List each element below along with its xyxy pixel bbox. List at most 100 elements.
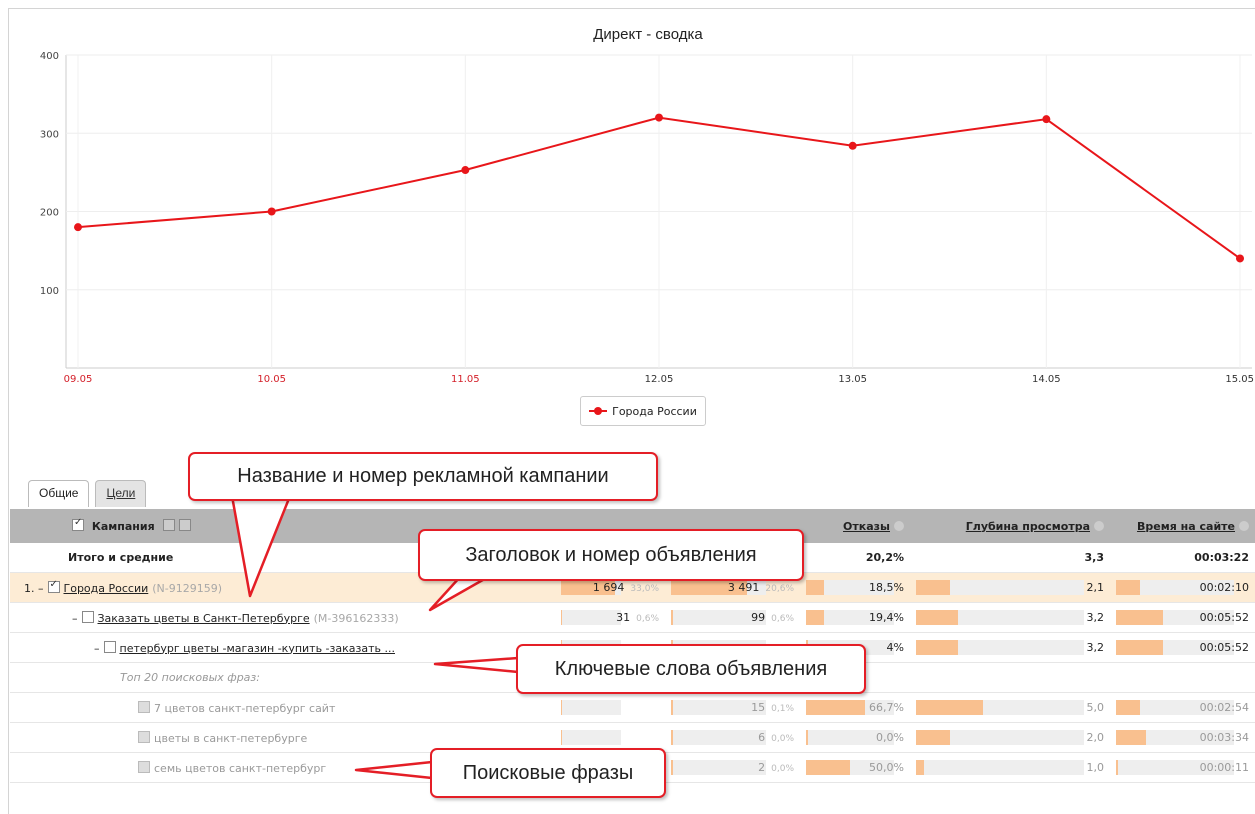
- help-icon[interactable]: [1239, 520, 1249, 531]
- cell-percent: 0,0%: [771, 734, 794, 744]
- cell-value: 00:03:34: [1199, 731, 1249, 744]
- ad-title[interactable]: Заказать цветы в Санкт-Петербурге: [98, 612, 310, 625]
- bounces-cell: 0,0%: [800, 722, 910, 753]
- legend-label: Города России: [612, 404, 697, 418]
- cell-value: 1,0: [1086, 761, 1105, 774]
- x-tick-label: 14.05: [1032, 374, 1061, 385]
- keyword-title[interactable]: петербург цветы -магазин -купить -заказа…: [120, 642, 395, 655]
- row-checkbox[interactable]: [138, 700, 150, 713]
- cell-value: 3,2: [1086, 641, 1105, 654]
- cell-value: 15: [751, 701, 766, 714]
- bounces-cell: 50,0%: [800, 752, 910, 783]
- cell-value: 3 491: [727, 581, 760, 594]
- y-tick-label: 200: [40, 208, 59, 219]
- time-cell: 00:03:34: [1110, 722, 1255, 753]
- depth-cell: 5,0: [910, 692, 1110, 723]
- totals-time: 00:03:22: [1110, 543, 1255, 573]
- cell-value: 2,1: [1086, 581, 1105, 594]
- cell-value: 4%: [886, 641, 904, 654]
- time-cell: 00:05:52: [1110, 632, 1255, 663]
- time-cell: 00:00:11: [1110, 752, 1255, 783]
- depth-cell: 2,1: [910, 572, 1110, 603]
- data-point[interactable]: [74, 223, 82, 232]
- x-tick-label: 11.05: [451, 374, 480, 385]
- campaign-title[interactable]: Города России: [64, 582, 149, 595]
- y-tick-label: 400: [40, 51, 59, 62]
- row-checkbox[interactable]: [81, 610, 94, 623]
- row-expand-toggle[interactable]: –: [72, 612, 78, 625]
- x-tick-label: 09.05: [64, 374, 93, 385]
- tab-goals[interactable]: Цели: [95, 480, 147, 507]
- cell-value: 00:02:10: [1199, 581, 1249, 594]
- cell-value: 2,0: [1086, 731, 1105, 744]
- data-point[interactable]: [848, 141, 857, 150]
- line-chart: Директ - сводка 100 200 300 400 09.05 10.05 1…: [40, 26, 1254, 385]
- x-tick-label: 10.05: [257, 374, 286, 385]
- tab-general[interactable]: Общие: [28, 480, 90, 507]
- phrase-row: 7 цветов санкт-петербург сайт 15 0,1% 66,7%…: [10, 692, 1255, 723]
- x-tick-label: 12.05: [645, 374, 674, 385]
- depth-cell: 1,0: [910, 752, 1110, 783]
- views-cell: 2 0,0%: [665, 752, 800, 783]
- help-icon[interactable]: [894, 520, 904, 531]
- totals-depth: 3,3: [910, 543, 1110, 573]
- cell-percent: 0,0%: [771, 764, 794, 774]
- column-depth[interactable]: Глубина просмотра: [966, 520, 1090, 533]
- x-tick-label: 15.05: [1225, 374, 1254, 385]
- callout-phrases: Поисковые фразы: [430, 748, 666, 798]
- ad-row: – Заказать цветы в Санкт-Петербурге (M-396…: [10, 602, 1255, 633]
- cell-percent: 20,6%: [765, 584, 794, 594]
- column-campaign[interactable]: Кампания: [92, 520, 155, 533]
- chart-legend[interactable]: Города России: [580, 396, 706, 426]
- row-checkbox[interactable]: [103, 640, 116, 653]
- data-point[interactable]: [1236, 254, 1244, 263]
- cell-value: 6: [758, 731, 766, 744]
- phrase-title[interactable]: 7 цветов санкт-петербург сайт: [154, 702, 335, 715]
- phrase-title[interactable]: цветы в санкт-петербурге: [154, 732, 307, 745]
- row-checkbox[interactable]: [138, 730, 150, 743]
- column-settings-icon[interactable]: [162, 519, 175, 531]
- row-expand-toggle[interactable]: 1. –: [24, 582, 44, 595]
- cell-percent: 0,6%: [636, 614, 659, 624]
- top-phrases-link[interactable]: Топ 20 поисковых фраз:: [120, 671, 260, 684]
- chart-title: Директ - сводка: [593, 26, 703, 43]
- cell-value: 66,7%: [869, 701, 904, 714]
- cell-value: 2: [758, 761, 766, 774]
- data-point[interactable]: [267, 207, 276, 216]
- cell-value: 0,0%: [876, 731, 904, 744]
- cell-value: 00:02:54: [1199, 701, 1249, 714]
- select-all-checkbox[interactable]: [72, 517, 84, 531]
- row-checkbox[interactable]: [138, 760, 150, 773]
- cell-value: 3,2: [1086, 611, 1105, 624]
- column-time[interactable]: Время на сайте: [1137, 520, 1235, 533]
- row-checkbox[interactable]: [47, 579, 60, 593]
- visits-cell: [555, 692, 665, 723]
- bounces-cell: 19,4%: [800, 602, 910, 633]
- callout-ad: Заголовок и номер объявления: [418, 529, 804, 581]
- bounces-cell: 66,7%: [800, 692, 910, 723]
- report-tabs: Общие Цели: [28, 480, 147, 507]
- cell-value: 1 694: [592, 581, 625, 594]
- column-bounces[interactable]: Отказы: [843, 520, 890, 533]
- cell-value: 50,0%: [869, 761, 904, 774]
- cell-value: 19,4%: [869, 611, 904, 624]
- callout-keywords: Ключевые слова объявления: [516, 644, 866, 694]
- column-grid-icon[interactable]: [178, 519, 191, 531]
- data-point[interactable]: [655, 113, 663, 122]
- cell-value: 31: [616, 611, 631, 624]
- y-tick-label: 100: [40, 286, 59, 297]
- cell-percent: 0,1%: [771, 704, 794, 714]
- data-point[interactable]: [1042, 115, 1051, 124]
- cell-value: 00:00:11: [1199, 761, 1249, 774]
- phrase-title[interactable]: семь цветов санкт-петербург: [154, 762, 326, 775]
- cell-value: 00:05:52: [1199, 641, 1249, 654]
- help-icon[interactable]: [1094, 520, 1104, 531]
- time-cell: 00:05:52: [1110, 602, 1255, 633]
- views-cell: 6 0,0%: [665, 722, 800, 753]
- time-cell: 00:02:10: [1110, 572, 1255, 603]
- cell-value: 99: [751, 611, 766, 624]
- row-expand-toggle[interactable]: –: [94, 642, 100, 655]
- data-point[interactable]: [461, 166, 470, 175]
- cell-percent: 33,0%: [630, 584, 659, 594]
- visits-cell: 31 0,6%: [555, 602, 665, 633]
